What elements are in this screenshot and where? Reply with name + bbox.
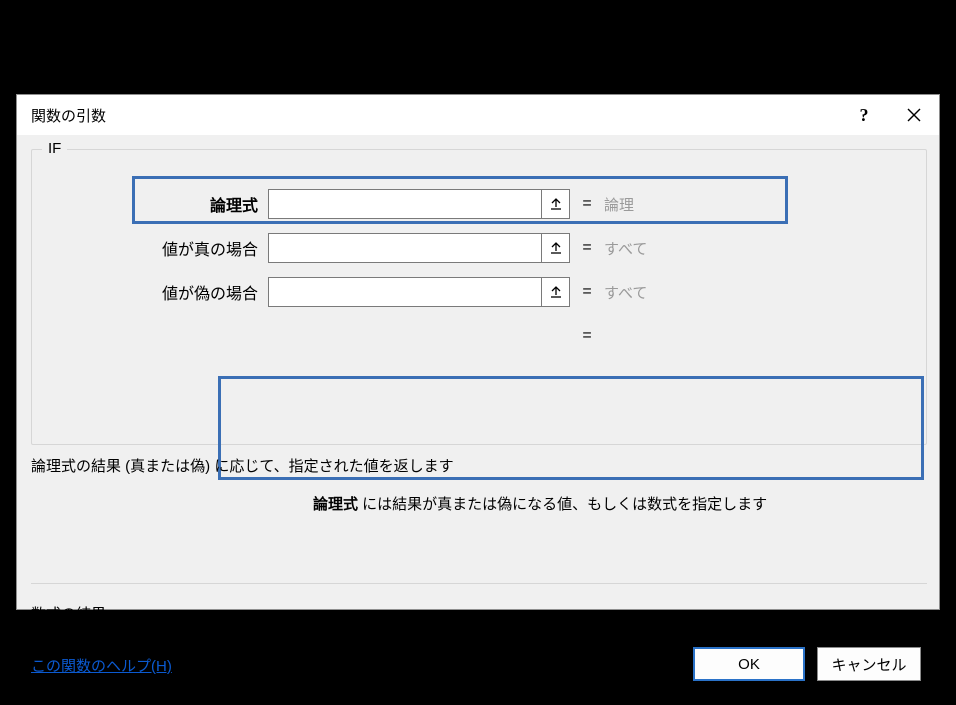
separator — [31, 583, 927, 584]
equals-sign: = — [570, 327, 604, 345]
arg-label: 論理式 — [32, 192, 268, 216]
titlebar-controls: ? — [839, 95, 939, 135]
equals-sign: = — [570, 195, 604, 213]
collapse-dialog-icon — [549, 197, 563, 211]
formula-result-label: 数式の結果 = — [31, 603, 119, 624]
collapse-dialog-icon — [549, 241, 563, 255]
range-selector-button[interactable] — [542, 277, 570, 307]
function-arguments-dialog: 関数の引数 ? IF 論理式 — [16, 94, 940, 610]
arg-row-value-if-true: 値が真の場合 = すべて — [32, 232, 926, 264]
argument-name: 論理式 — [313, 496, 358, 513]
arg-input-wrap — [268, 277, 570, 307]
collapse-dialog-icon — [549, 285, 563, 299]
equals-sign: = — [570, 239, 604, 257]
dialog-title: 関数の引数 — [31, 105, 106, 126]
value-if-true-input[interactable] — [268, 233, 542, 263]
dialog-buttons: OK キャンセル — [693, 647, 921, 681]
result-preview-row: = — [32, 322, 926, 350]
function-description: 論理式の結果 (真または偽) に応じて、指定された値を返します — [31, 455, 454, 476]
argument-description: 論理式 には結果が真または偽になる値、もしくは数式を指定します — [313, 493, 767, 514]
range-selector-button[interactable] — [542, 233, 570, 263]
titlebar: 関数の引数 ? — [17, 95, 939, 135]
logical-test-input[interactable] — [268, 189, 542, 219]
arg-hint: 論理 — [604, 194, 926, 215]
arg-hint: すべて — [604, 282, 926, 303]
close-icon — [907, 108, 921, 122]
arg-row-value-if-false: 値が偽の場合 = すべて — [32, 276, 926, 308]
function-help-link[interactable]: この関数のヘルプ(H) — [31, 655, 172, 676]
ok-button[interactable]: OK — [693, 647, 805, 681]
arg-hint: すべて — [604, 238, 926, 259]
help-button[interactable]: ? — [839, 95, 889, 135]
range-selector-button[interactable] — [542, 189, 570, 219]
function-name-legend: IF — [42, 140, 67, 157]
equals-sign: = — [570, 283, 604, 301]
arg-label: 値が偽の場合 — [32, 280, 268, 304]
arguments-group: IF 論理式 = 論理 値が真の場合 — [31, 149, 927, 445]
cancel-button[interactable]: キャンセル — [817, 647, 921, 681]
arg-row-logical-test: 論理式 = 論理 — [32, 188, 926, 220]
arg-label: 値が真の場合 — [32, 236, 268, 260]
argument-help-text: には結果が真または偽になる値、もしくは数式を指定します — [358, 496, 767, 513]
close-button[interactable] — [889, 95, 939, 135]
value-if-false-input[interactable] — [268, 277, 542, 307]
arg-input-wrap — [268, 233, 570, 263]
arg-input-wrap — [268, 189, 570, 219]
